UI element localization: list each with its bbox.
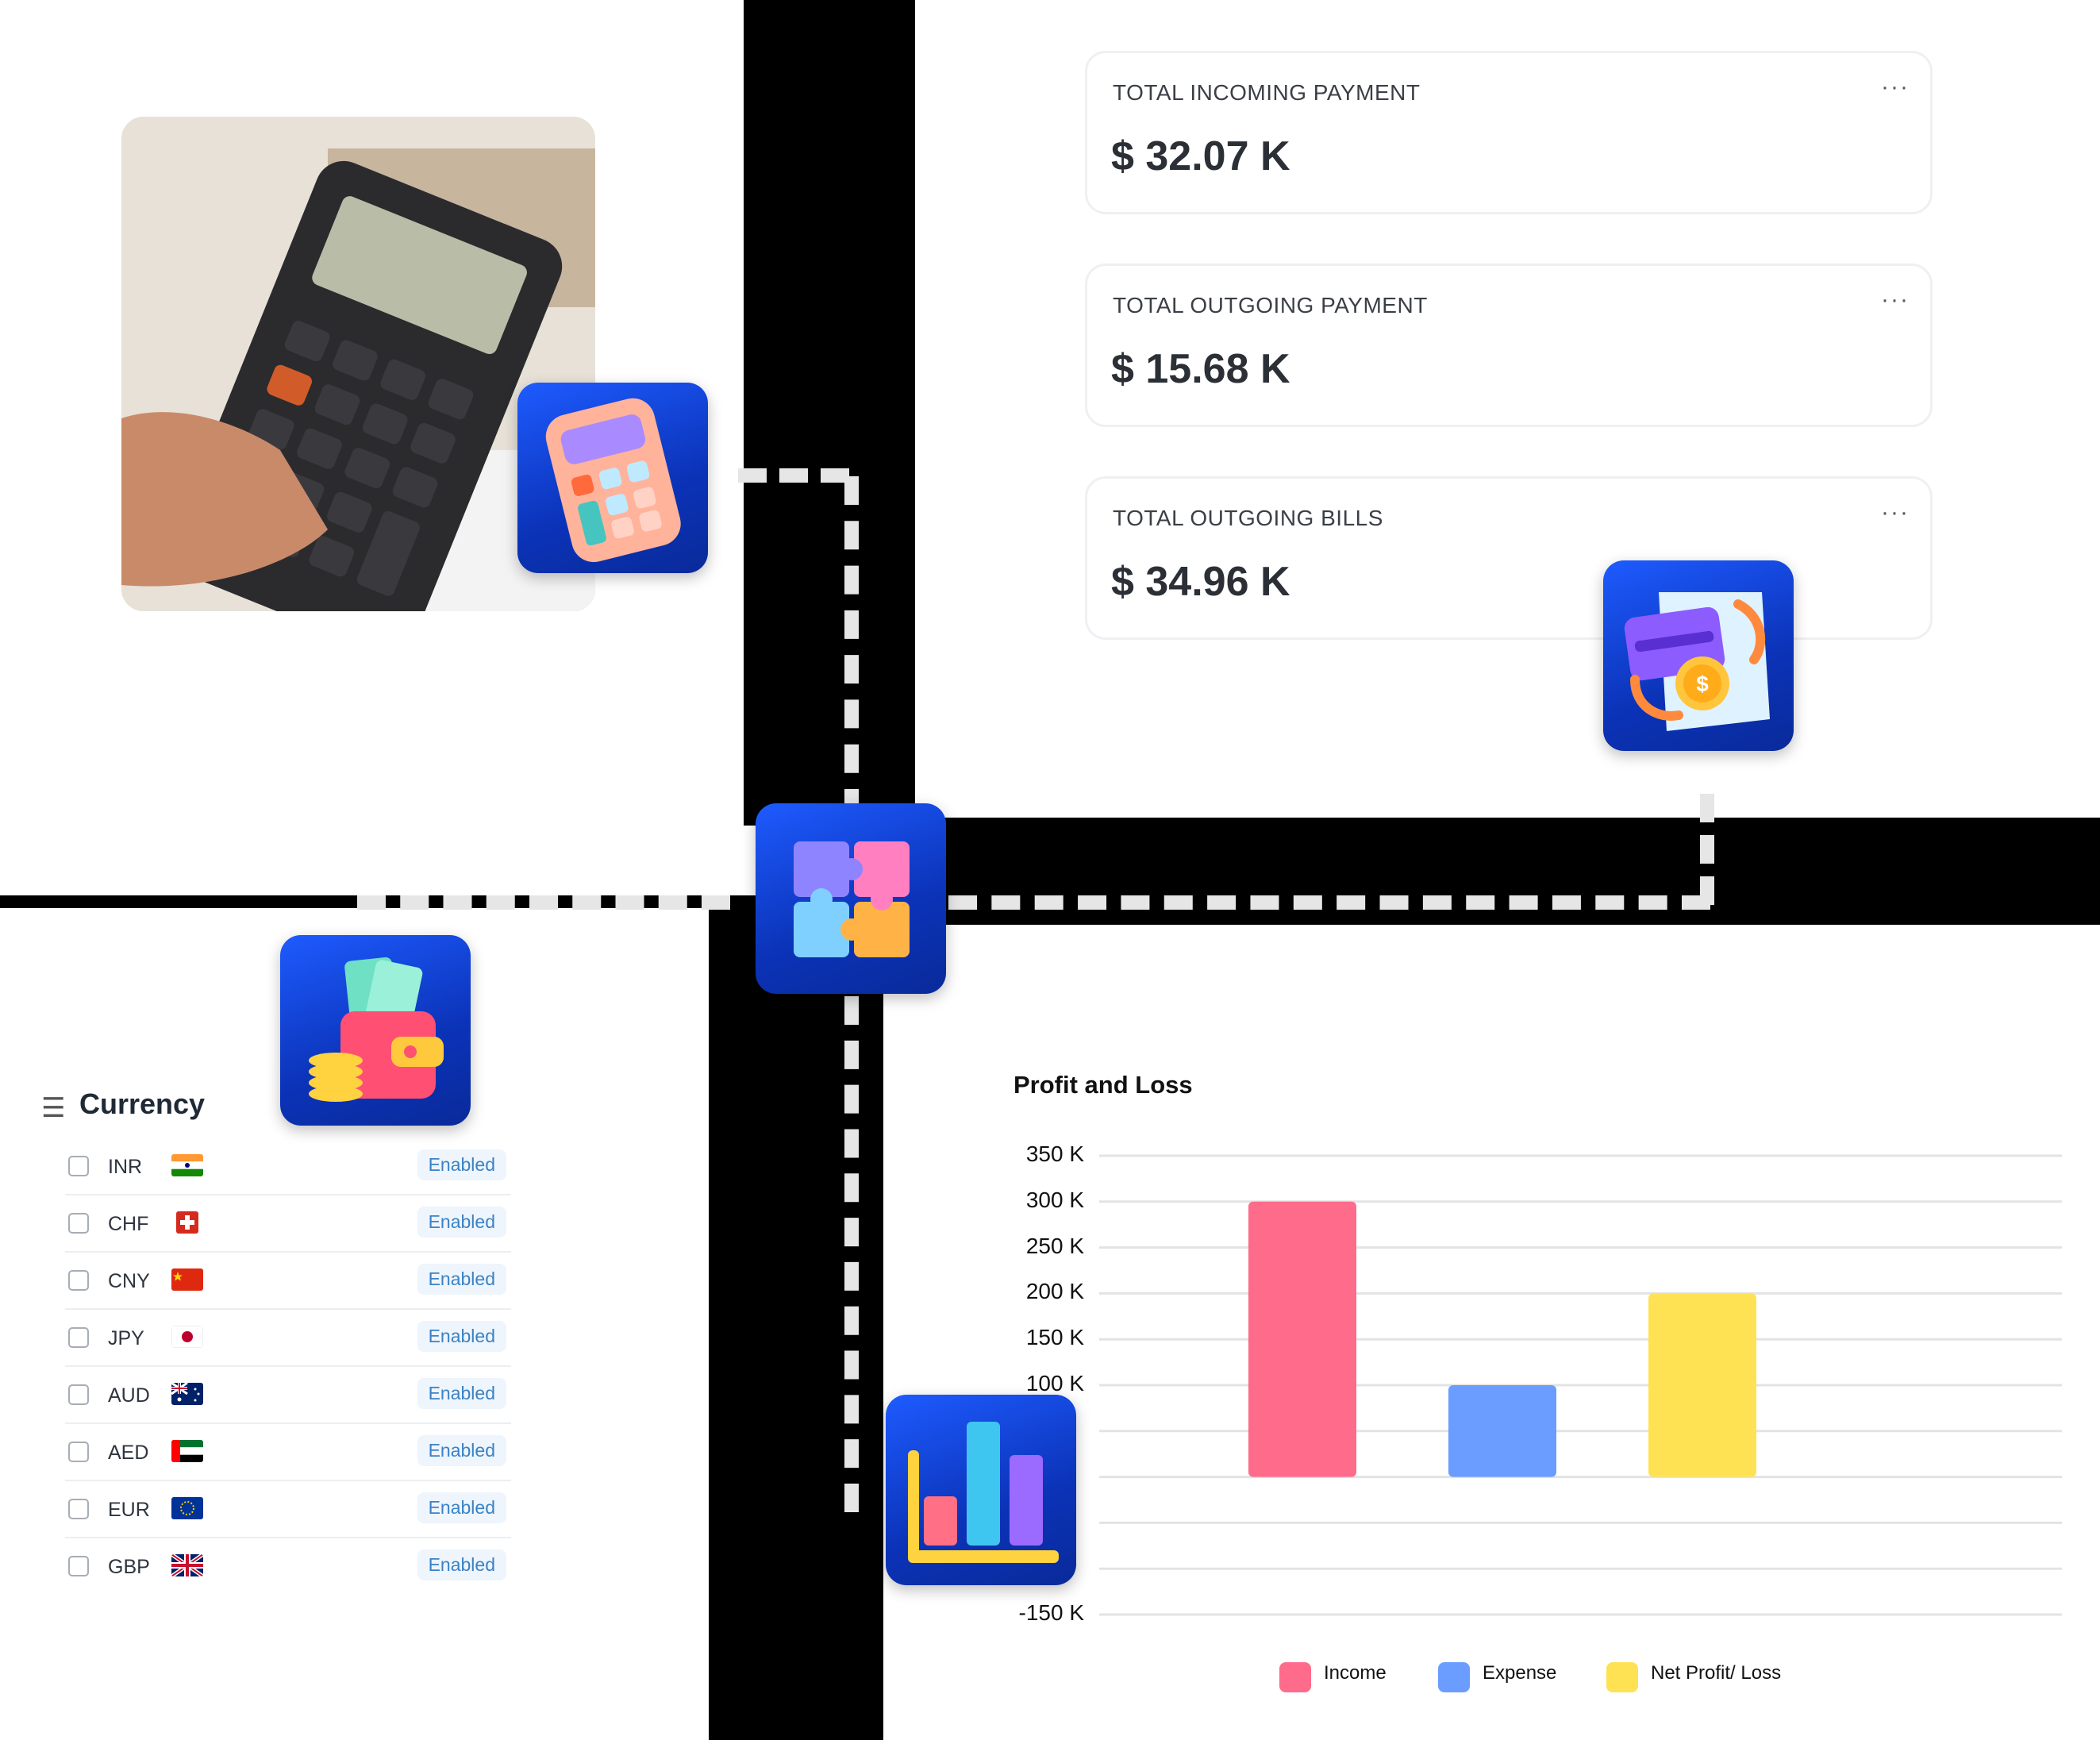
y-tick-label: 300 K <box>1025 1187 1084 1212</box>
y-tick-label: -150 K <box>1018 1600 1085 1625</box>
bar-expense <box>1448 1385 1556 1477</box>
y-tick-label: 100 K <box>1025 1371 1084 1395</box>
y-tick-label: 150 K <box>1025 1325 1084 1350</box>
legend-swatch-net <box>1606 1662 1638 1692</box>
legend-swatch-income <box>1279 1662 1311 1692</box>
y-tick-label: 250 K <box>1025 1233 1084 1258</box>
legend-label: Net Profit/ Loss <box>1651 1662 1782 1684</box>
legend-label: Income <box>1324 1662 1387 1684</box>
bar-income <box>1248 1201 1356 1477</box>
y-tick-label: 200 K <box>1025 1279 1084 1304</box>
y-tick-label: 350 K <box>1025 1141 1084 1166</box>
legend-label: Expense <box>1483 1662 1557 1684</box>
bar-chart-icon <box>886 1395 1076 1585</box>
legend-swatch-expense <box>1438 1662 1470 1692</box>
bar-net-profit-loss <box>1648 1293 1756 1477</box>
